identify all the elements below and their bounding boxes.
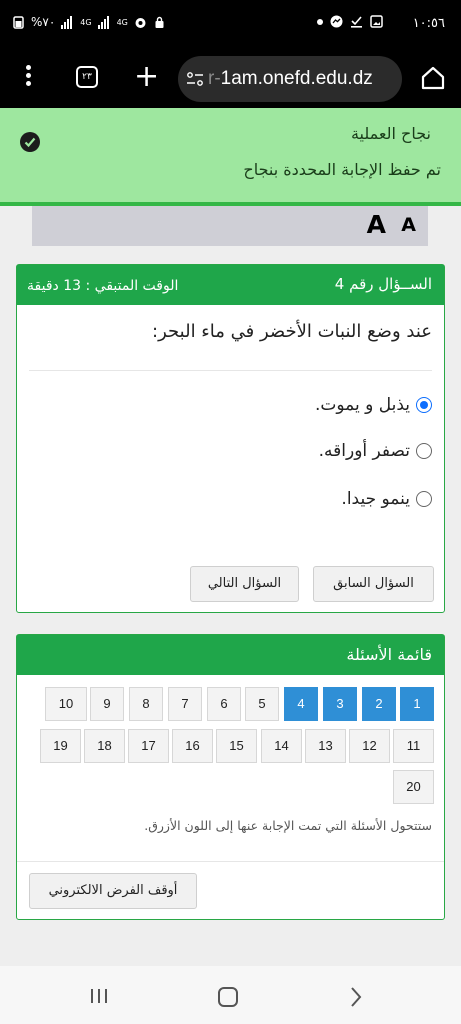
- new-tab-button[interactable]: +: [134, 62, 159, 92]
- status-left-icons: %٧٠ 4G 4G: [12, 15, 166, 29]
- answer-option-label: تصفر أوراقه.: [318, 441, 410, 461]
- signal-icon: [97, 15, 109, 29]
- question-list-header: قائمة الأسئلة: [17, 635, 444, 675]
- question-nav-button[interactable]: 14: [261, 729, 302, 763]
- question-nav-button[interactable]: 11: [393, 729, 434, 763]
- question-header: الســؤال رقم 4 الوقت المتبقي : 13 دقيقة: [17, 265, 444, 305]
- question-nav-button[interactable]: 19: [40, 729, 81, 763]
- network-type: 4G: [116, 17, 128, 27]
- gallery-icon: [370, 15, 383, 28]
- url-text: r-1am.onefd.edu.dz: [208, 68, 373, 89]
- question-nav-button[interactable]: 9: [90, 687, 124, 721]
- question-nav-button[interactable]: 10: [45, 687, 87, 721]
- radio-button[interactable]: [416, 443, 432, 459]
- back-icon[interactable]: [349, 986, 363, 1008]
- status-bar: %٧٠ 4G 4G ١٠:٥٦: [0, 0, 461, 50]
- messenger-icon: [330, 15, 343, 28]
- answer-option[interactable]: يذبل و يموت.: [315, 392, 432, 418]
- question-nav-button[interactable]: 20: [393, 770, 434, 804]
- answer-option[interactable]: ينمو جيدا.: [341, 486, 432, 512]
- question-nav-button[interactable]: 2: [362, 687, 396, 721]
- question-list-title: قائمة الأسئلة: [346, 645, 432, 664]
- lock-icon: [155, 16, 164, 28]
- answer-option[interactable]: تصفر أوراقه.: [319, 438, 432, 464]
- success-banner: نجاح العملية تم حفظ الإجابة المحددة بنجا…: [0, 108, 461, 206]
- font-increase-button[interactable]: A: [367, 210, 386, 239]
- question-nav-button[interactable]: 4: [284, 687, 318, 721]
- browser-toolbar: ٢٣ + r-1am.onefd.edu.dz: [0, 50, 461, 108]
- question-nav-button[interactable]: 15: [216, 729, 257, 763]
- answer-option-label: يذبل و يموت.: [314, 395, 410, 415]
- stop-exam-button[interactable]: أوقف الفرض الالكتروني: [29, 873, 197, 909]
- tab-switcher-button[interactable]: ٢٣: [76, 66, 98, 88]
- radio-button[interactable]: [416, 397, 432, 413]
- check-icon: [20, 132, 40, 152]
- question-nav-button[interactable]: 7: [168, 687, 202, 721]
- download-done-icon: [351, 16, 362, 28]
- question-nav-button[interactable]: 6: [207, 687, 241, 721]
- next-question-button[interactable]: السؤال التالي: [190, 566, 299, 602]
- banner-title: نجاح العملية: [350, 124, 431, 143]
- question-nav-button[interactable]: 16: [172, 729, 213, 763]
- menu-icon[interactable]: [18, 62, 38, 96]
- divider: [29, 370, 432, 371]
- question-list-card: قائمة الأسئلة 1 2 3 4 5 6 7 8 9 10 11 12…: [16, 634, 445, 920]
- address-bar[interactable]: r-1am.onefd.edu.dz: [178, 56, 402, 102]
- home-icon[interactable]: [420, 65, 446, 91]
- question-number: الســؤال رقم 4: [334, 275, 432, 293]
- status-right-icons: [317, 15, 383, 28]
- divider: [17, 861, 444, 862]
- clock: ١٠:٥٦: [412, 16, 445, 31]
- radio-button[interactable]: [416, 491, 432, 507]
- question-nav-button[interactable]: 8: [129, 687, 163, 721]
- battery-icon: [13, 15, 24, 29]
- question-nav-button[interactable]: 5: [245, 687, 279, 721]
- question-text: عند وضع النبات الأخضر في ماء البحر:: [152, 321, 432, 342]
- previous-question-button[interactable]: السؤال السابق: [313, 566, 434, 602]
- question-nav-button[interactable]: 1: [400, 687, 434, 721]
- battery-percent: %٧٠: [31, 15, 56, 29]
- question-nav-button[interactable]: 18: [84, 729, 125, 763]
- question-nav-button[interactable]: 13: [305, 729, 346, 763]
- question-nav-button[interactable]: 12: [349, 729, 390, 763]
- answered-color-note: ستتحول الأسئلة التي تمت الإجابة عنها إلى…: [144, 818, 432, 833]
- notification-dot-icon: [317, 18, 323, 25]
- home-button-icon[interactable]: [218, 987, 238, 1007]
- question-card: الســؤال رقم 4 الوقت المتبقي : 13 دقيقة …: [16, 264, 445, 613]
- font-decrease-button[interactable]: A: [401, 214, 416, 236]
- site-settings-icon[interactable]: [186, 71, 204, 87]
- system-nav-bar: [0, 966, 461, 1024]
- alarm-icon: [135, 17, 146, 28]
- question-nav-button[interactable]: 3: [323, 687, 357, 721]
- font-size-controls: A A: [32, 206, 428, 246]
- signal-icon: [61, 15, 73, 29]
- question-nav-button[interactable]: 17: [128, 729, 169, 763]
- answer-option-label: ينمو جيدا.: [341, 489, 410, 509]
- time-remaining: الوقت المتبقي : 13 دقيقة: [27, 278, 179, 294]
- banner-message: تم حفظ الإجابة المحددة بنجاح: [243, 160, 441, 179]
- network-type: 4G: [80, 17, 92, 27]
- recent-apps-icon[interactable]: [90, 988, 108, 1004]
